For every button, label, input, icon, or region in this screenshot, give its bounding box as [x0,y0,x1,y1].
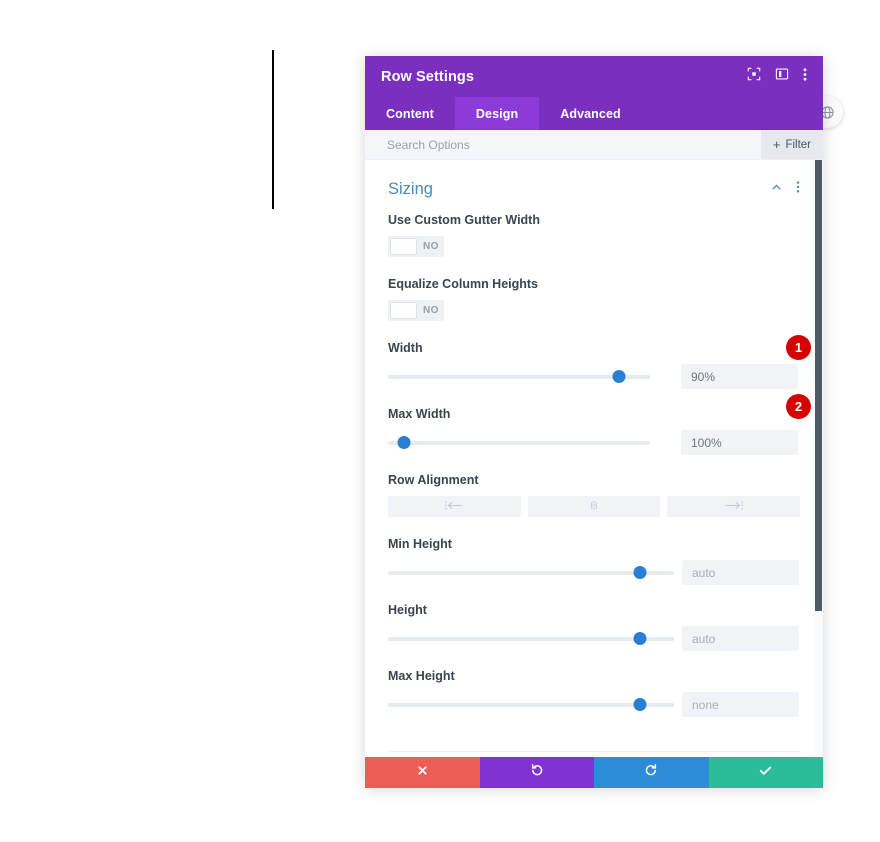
fullscreen-icon[interactable] [747,67,761,86]
slider-thumb[interactable] [633,566,647,579]
field-label: Equalize Column Heights [388,277,539,291]
slider-max-height[interactable] [388,695,674,715]
save-button[interactable] [708,757,823,788]
value-input-max-height[interactable]: none [682,692,799,717]
toggle-knob [390,302,417,319]
slider-thumb[interactable] [612,370,626,383]
field-label: Use Custom Gutter Width [388,213,540,227]
align-left-icon [444,498,464,516]
panel-header-icons [747,67,811,87]
align-left-button[interactable] [388,496,521,517]
field-height: Height auto [388,603,800,669]
value-input-min-height[interactable]: auto [682,560,799,585]
slider-thumb[interactable] [397,436,411,449]
slider-track [388,636,674,641]
field-label: Min Height [388,537,452,551]
value-input-max-width[interactable]: 100% [681,430,798,455]
slider-track [388,702,674,707]
undo-button[interactable] [479,757,594,788]
field-label: Max Width [388,407,451,421]
panel-scrollbar-track[interactable] [814,160,823,787]
annotation-badge-2: 2 [786,394,811,419]
panel-action-bar [365,757,823,788]
field-label: Width [388,341,423,355]
panel-scrollbar-thumb[interactable] [815,160,822,611]
slider-row-max-height: none [388,692,800,717]
slider-track [388,440,650,445]
toggle-equalize-column-heights[interactable]: NO [388,300,444,321]
slider-thumb[interactable] [633,632,647,645]
row-alignment-options [388,496,801,517]
slider-min-height[interactable] [388,563,674,583]
align-center-button[interactable] [527,496,661,517]
align-center-icon [584,498,604,516]
redo-icon [644,763,658,782]
chevron-up-icon[interactable] [770,181,783,199]
toggle-knob [390,238,417,255]
search-bar: + Filter [365,130,823,160]
annotation-badge-1: 1 [786,335,811,360]
cancel-button[interactable] [365,757,480,788]
row-settings-panel: Row Settings Content Design Advanced Sea… [365,56,823,787]
panel-title: Row Settings [381,68,475,85]
field-use-custom-gutter-width: Use Custom Gutter Width NO [388,213,800,277]
plus-icon: + [772,137,781,152]
align-right-icon [724,498,744,516]
section-header-icons-sizing [770,180,800,199]
field-max-height: Max Height none [388,669,800,735]
field-max-width: Max Width 100% [388,407,800,473]
slider-row-max-width: 100% [388,430,800,455]
slider-row-width: 90% [388,364,800,389]
field-label: Max Height [388,669,455,683]
filter-button[interactable]: + Filter [760,130,823,159]
kebab-menu-icon[interactable] [796,180,800,199]
section-title-sizing: Sizing [388,180,433,198]
slider-height[interactable] [388,629,674,649]
search-input[interactable] [365,136,761,153]
toggle-use-custom-gutter-width[interactable]: NO [388,236,444,257]
toggle-value: NO [423,305,439,316]
split-view-icon[interactable] [775,67,789,86]
slider-row-height: auto [388,626,800,651]
check-icon [758,763,773,783]
slider-track [388,374,650,379]
panel-tabbar: Content Design Advanced [365,97,823,130]
close-icon [416,764,429,782]
value-input-width[interactable]: 90% [681,364,798,389]
field-label: Row Alignment [388,473,479,487]
redo-button[interactable] [594,757,709,788]
field-equalize-column-heights: Equalize Column Heights NO [388,277,800,341]
field-label: Height [388,603,427,617]
filter-label: Filter [785,138,811,151]
value-input-height[interactable]: auto [682,626,799,651]
tab-content[interactable]: Content [365,97,455,130]
tab-advanced[interactable]: Advanced [539,97,642,130]
slider-thumb[interactable] [633,698,647,711]
slider-max-width[interactable] [388,433,650,453]
kebab-menu-icon[interactable] [803,67,807,87]
toggle-value: NO [423,241,439,252]
undo-icon [530,763,544,782]
section-header-sizing[interactable]: Sizing [388,160,800,213]
slider-width[interactable] [388,367,650,387]
field-min-height: Min Height auto [388,537,800,603]
slider-row-min-height: auto [388,560,800,585]
field-row-alignment: Row Alignment [388,473,801,537]
tab-design[interactable]: Design [454,97,540,130]
align-right-button[interactable] [667,496,801,517]
slider-track [388,570,674,575]
page-guide-line [272,50,274,209]
panel-body: Sizing Use Custom Gutter Width NO Equali… [365,160,823,787]
panel-header: Row Settings [365,56,823,97]
field-width: Width 90% [388,341,800,407]
